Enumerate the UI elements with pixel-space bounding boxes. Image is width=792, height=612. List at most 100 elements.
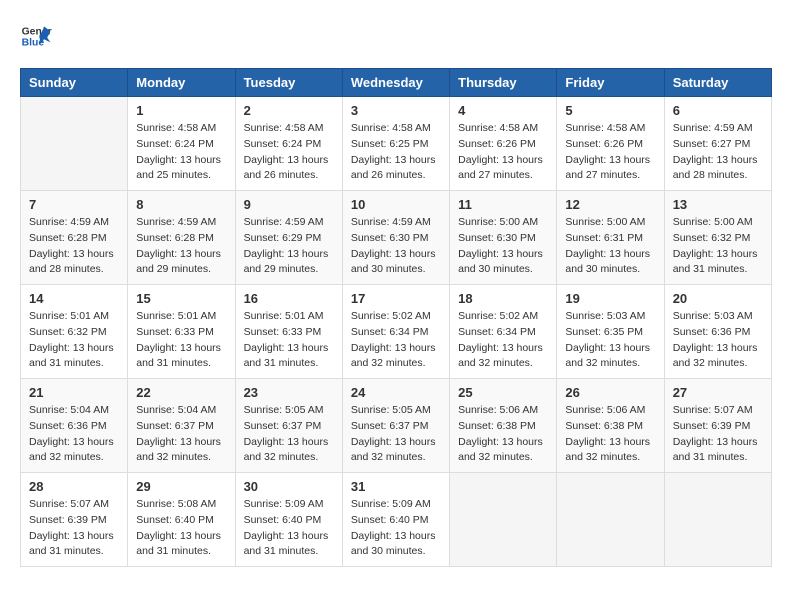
day-info: Sunrise: 5:09 AM Sunset: 6:40 PM Dayligh… bbox=[351, 497, 441, 560]
day-cell: 28Sunrise: 5:07 AM Sunset: 6:39 PM Dayli… bbox=[21, 473, 128, 567]
day-header-tuesday: Tuesday bbox=[235, 69, 342, 97]
day-number: 14 bbox=[29, 291, 119, 306]
day-header-monday: Monday bbox=[128, 69, 235, 97]
day-info: Sunrise: 5:09 AM Sunset: 6:40 PM Dayligh… bbox=[244, 497, 334, 560]
day-cell: 26 Sunrise: 5:06 AM Sunset: 6:38 PM Dayli… bbox=[557, 379, 664, 473]
day-cell: 19Sunrise: 5:03 AM Sunset: 6:35 PM Dayli… bbox=[557, 285, 664, 379]
day-cell: 27Sunrise: 5:07 AM Sunset: 6:39 PM Dayli… bbox=[664, 379, 771, 473]
day-number: 5 bbox=[565, 103, 655, 118]
day-cell: 16 Sunrise: 5:01 AM Sunset: 6:33 PM Dayli… bbox=[235, 285, 342, 379]
day-number: 2 bbox=[244, 103, 334, 118]
day-cell: 12 Sunrise: 5:00 AM Sunset: 6:31 PM Dayli… bbox=[557, 191, 664, 285]
day-number: 21 bbox=[29, 385, 119, 400]
day-info: Sunrise: 4:58 AM Sunset: 6:24 PM Dayligh… bbox=[136, 121, 226, 184]
day-info: Sunrise: 4:58 AM Sunset: 6:24 PM Dayligh… bbox=[244, 121, 334, 184]
day-number: 7 bbox=[29, 197, 119, 212]
day-number: 25 bbox=[458, 385, 548, 400]
day-number: 30 bbox=[244, 479, 334, 494]
day-cell: 2 Sunrise: 4:58 AM Sunset: 6:24 PM Daylig… bbox=[235, 97, 342, 191]
day-info: Sunrise: 5:08 AM Sunset: 6:40 PM Dayligh… bbox=[136, 497, 226, 560]
logo: General Blue bbox=[20, 20, 52, 52]
day-cell: 29 Sunrise: 5:08 AM Sunset: 6:40 PM Dayli… bbox=[128, 473, 235, 567]
day-cell: 22 Sunrise: 5:04 AM Sunset: 6:37 PM Dayli… bbox=[128, 379, 235, 473]
day-cell bbox=[664, 473, 771, 567]
day-info: Sunrise: 4:58 AM Sunset: 6:26 PM Dayligh… bbox=[458, 121, 548, 184]
day-cell: 15Sunrise: 5:01 AM Sunset: 6:33 PM Dayli… bbox=[128, 285, 235, 379]
day-info: Sunrise: 5:04 AM Sunset: 6:37 PM Dayligh… bbox=[136, 403, 226, 466]
day-number: 15 bbox=[136, 291, 226, 306]
day-info: Sunrise: 5:01 AM Sunset: 6:33 PM Dayligh… bbox=[244, 309, 334, 372]
day-number: 12 bbox=[565, 197, 655, 212]
day-cell: 24Sunrise: 5:05 AM Sunset: 6:37 PM Dayli… bbox=[342, 379, 449, 473]
day-cell: 14 Sunrise: 5:01 AM Sunset: 6:32 PM Dayli… bbox=[21, 285, 128, 379]
day-info: Sunrise: 4:59 AM Sunset: 6:29 PM Dayligh… bbox=[244, 215, 334, 278]
day-info: Sunrise: 4:58 AM Sunset: 6:26 PM Dayligh… bbox=[565, 121, 655, 184]
day-info: Sunrise: 5:06 AM Sunset: 6:38 PM Dayligh… bbox=[565, 403, 655, 466]
day-header-friday: Friday bbox=[557, 69, 664, 97]
day-info: Sunrise: 5:00 AM Sunset: 6:30 PM Dayligh… bbox=[458, 215, 548, 278]
day-number: 8 bbox=[136, 197, 226, 212]
week-row-3: 14 Sunrise: 5:01 AM Sunset: 6:32 PM Dayli… bbox=[21, 285, 772, 379]
day-info: Sunrise: 5:00 AM Sunset: 6:31 PM Dayligh… bbox=[565, 215, 655, 278]
week-row-5: 28Sunrise: 5:07 AM Sunset: 6:39 PM Dayli… bbox=[21, 473, 772, 567]
week-row-1: 1 Sunrise: 4:58 AM Sunset: 6:24 PM Daylig… bbox=[21, 97, 772, 191]
page-header: General Blue bbox=[20, 20, 772, 52]
day-info: Sunrise: 5:06 AM Sunset: 6:38 PM Dayligh… bbox=[458, 403, 548, 466]
day-number: 6 bbox=[673, 103, 763, 118]
day-number: 29 bbox=[136, 479, 226, 494]
day-cell: 18 Sunrise: 5:02 AM Sunset: 6:34 PM Dayli… bbox=[450, 285, 557, 379]
day-number: 10 bbox=[351, 197, 441, 212]
day-number: 9 bbox=[244, 197, 334, 212]
day-headers-row: SundayMondayTuesdayWednesdayThursdayFrid… bbox=[21, 69, 772, 97]
day-cell bbox=[557, 473, 664, 567]
day-number: 16 bbox=[244, 291, 334, 306]
day-info: Sunrise: 5:00 AM Sunset: 6:32 PM Dayligh… bbox=[673, 215, 763, 278]
day-info: Sunrise: 5:02 AM Sunset: 6:34 PM Dayligh… bbox=[351, 309, 441, 372]
day-number: 11 bbox=[458, 197, 548, 212]
calendar-table: SundayMondayTuesdayWednesdayThursdayFrid… bbox=[20, 68, 772, 567]
day-info: Sunrise: 5:05 AM Sunset: 6:37 PM Dayligh… bbox=[244, 403, 334, 466]
day-number: 22 bbox=[136, 385, 226, 400]
day-cell: 20 Sunrise: 5:03 AM Sunset: 6:36 PM Dayli… bbox=[664, 285, 771, 379]
week-row-2: 7 Sunrise: 4:59 AM Sunset: 6:28 PM Daylig… bbox=[21, 191, 772, 285]
day-number: 4 bbox=[458, 103, 548, 118]
day-info: Sunrise: 5:01 AM Sunset: 6:32 PM Dayligh… bbox=[29, 309, 119, 372]
day-cell bbox=[21, 97, 128, 191]
day-cell: 30 Sunrise: 5:09 AM Sunset: 6:40 PM Dayli… bbox=[235, 473, 342, 567]
day-number: 19 bbox=[565, 291, 655, 306]
day-cell: 23 Sunrise: 5:05 AM Sunset: 6:37 PM Dayli… bbox=[235, 379, 342, 473]
day-number: 26 bbox=[565, 385, 655, 400]
day-info: Sunrise: 4:58 AM Sunset: 6:25 PM Dayligh… bbox=[351, 121, 441, 184]
week-row-4: 21Sunrise: 5:04 AM Sunset: 6:36 PM Dayli… bbox=[21, 379, 772, 473]
day-info: Sunrise: 5:02 AM Sunset: 6:34 PM Dayligh… bbox=[458, 309, 548, 372]
day-cell: 4 Sunrise: 4:58 AM Sunset: 6:26 PM Daylig… bbox=[450, 97, 557, 191]
day-cell: 21Sunrise: 5:04 AM Sunset: 6:36 PM Dayli… bbox=[21, 379, 128, 473]
day-header-saturday: Saturday bbox=[664, 69, 771, 97]
day-cell: 3 Sunrise: 4:58 AM Sunset: 6:25 PM Daylig… bbox=[342, 97, 449, 191]
day-cell: 25 Sunrise: 5:06 AM Sunset: 6:38 PM Dayli… bbox=[450, 379, 557, 473]
day-number: 23 bbox=[244, 385, 334, 400]
day-cell: 5 Sunrise: 4:58 AM Sunset: 6:26 PM Daylig… bbox=[557, 97, 664, 191]
day-number: 27 bbox=[673, 385, 763, 400]
day-number: 31 bbox=[351, 479, 441, 494]
logo-icon: General Blue bbox=[20, 20, 52, 52]
day-cell: 11 Sunrise: 5:00 AM Sunset: 6:30 PM Dayli… bbox=[450, 191, 557, 285]
day-cell: 13 Sunrise: 5:00 AM Sunset: 6:32 PM Dayli… bbox=[664, 191, 771, 285]
day-number: 20 bbox=[673, 291, 763, 306]
day-info: Sunrise: 4:59 AM Sunset: 6:30 PM Dayligh… bbox=[351, 215, 441, 278]
day-number: 3 bbox=[351, 103, 441, 118]
day-number: 17 bbox=[351, 291, 441, 306]
day-number: 1 bbox=[136, 103, 226, 118]
day-info: Sunrise: 4:59 AM Sunset: 6:28 PM Dayligh… bbox=[29, 215, 119, 278]
day-number: 13 bbox=[673, 197, 763, 212]
day-cell: 9 Sunrise: 4:59 AM Sunset: 6:29 PM Daylig… bbox=[235, 191, 342, 285]
day-cell: 6Sunrise: 4:59 AM Sunset: 6:27 PM Daylig… bbox=[664, 97, 771, 191]
day-cell: 7 Sunrise: 4:59 AM Sunset: 6:28 PM Daylig… bbox=[21, 191, 128, 285]
day-cell: 31 Sunrise: 5:09 AM Sunset: 6:40 PM Dayli… bbox=[342, 473, 449, 567]
day-info: Sunrise: 5:03 AM Sunset: 6:36 PM Dayligh… bbox=[673, 309, 763, 372]
day-cell: 1 Sunrise: 4:58 AM Sunset: 6:24 PM Daylig… bbox=[128, 97, 235, 191]
day-number: 18 bbox=[458, 291, 548, 306]
day-header-sunday: Sunday bbox=[21, 69, 128, 97]
day-cell bbox=[450, 473, 557, 567]
day-cell: 17 Sunrise: 5:02 AM Sunset: 6:34 PM Dayli… bbox=[342, 285, 449, 379]
